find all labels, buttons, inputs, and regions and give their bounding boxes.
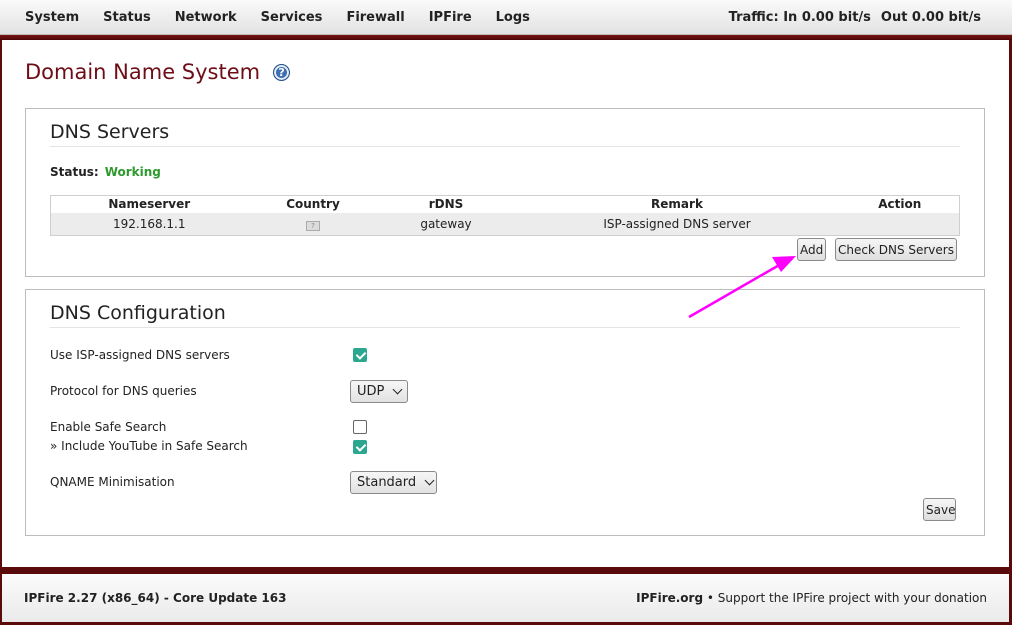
check-dns-servers-button[interactable]: Check DNS Servers (835, 238, 957, 261)
version-text: IPFire 2.27 (x86_64) - Core Update 163 (24, 591, 287, 605)
page-title-row: Domain Name System ? (25, 60, 291, 84)
cell-action (840, 212, 960, 236)
nav-item-system[interactable]: System (25, 10, 79, 25)
protocol-select[interactable]: UDP (350, 380, 408, 403)
qname-label: QNAME Minimisation (50, 475, 175, 489)
youtube-safe-search-checkbox[interactable] (353, 440, 367, 454)
safe-search-label: Enable Safe Search (50, 420, 167, 434)
qname-select[interactable]: Standard (350, 471, 437, 494)
cell-country: ? (247, 212, 379, 236)
footer: IPFire 2.27 (x86_64) - Core Update 163 I… (2, 574, 1009, 622)
traffic-out: Out 0.00 bit/s (880, 10, 981, 25)
dns-servers-panel: DNS Servers Status: Working Nameserver Co… (25, 108, 985, 277)
help-icon[interactable]: ? (273, 63, 291, 81)
section-divider (50, 327, 960, 328)
section-divider (50, 146, 960, 147)
col-country: Country (286, 197, 340, 212)
table-row: 192.168.1.1 ? gateway ISP-assigned DNS s… (50, 212, 960, 236)
col-remark: Remark (651, 197, 703, 212)
chevron-down-icon (424, 475, 435, 486)
traffic-readout: Traffic: In 0.00 bit/s Out 0.00 bit/s (729, 10, 981, 25)
youtube-safe-search-label: » Include YouTube in Safe Search (50, 439, 248, 453)
save-button[interactable]: Save (923, 498, 956, 521)
cell-rdns: gateway (378, 212, 514, 236)
page-title: Domain Name System (25, 60, 261, 84)
nav-item-logs[interactable]: Logs (496, 10, 530, 25)
traffic-in: Traffic: In 0.00 bit/s (728, 10, 871, 25)
table-header-row: Nameserver Country rDNS Remark Action (51, 196, 960, 213)
status-label: Status: (50, 165, 99, 179)
nav-item-services[interactable]: Services (261, 10, 323, 25)
nav-item-status[interactable]: Status (103, 10, 151, 25)
donation-text: IPFire.org • Support the IPFire project … (636, 591, 987, 605)
nav-item-network[interactable]: Network (175, 10, 237, 25)
nav-item-firewall[interactable]: Firewall (346, 10, 404, 25)
dns-status: Status: Working (50, 165, 161, 179)
dns-configuration-panel: DNS Configuration Use ISP-assigned DNS s… (25, 289, 985, 536)
chevron-down-icon (392, 384, 403, 395)
ipfire-org-link[interactable]: IPFire.org (636, 591, 703, 605)
dns-servers-table: Nameserver Country rDNS Remark Action 19… (50, 195, 960, 236)
dns-servers-heading: DNS Servers (50, 121, 170, 143)
main-content: Domain Name System ? DNS Servers Status:… (2, 40, 1009, 567)
dns-configuration-heading: DNS Configuration (50, 302, 226, 324)
donation-message: • Support the IPFire project with your d… (706, 591, 987, 605)
use-isp-dns-label: Use ISP-assigned DNS servers (50, 348, 230, 362)
safe-search-checkbox[interactable] (353, 420, 367, 434)
col-nameserver: Nameserver (108, 197, 191, 212)
cell-remark: ISP-assigned DNS server (513, 212, 841, 236)
add-button[interactable]: Add (797, 238, 826, 261)
nav-item-ipfire[interactable]: IPFire (429, 10, 472, 25)
use-isp-dns-checkbox[interactable] (353, 348, 367, 362)
top-navigation-bar: System Status Network Services Firewall … (0, 0, 1012, 35)
qname-value: Standard (357, 475, 417, 490)
col-action: Action (878, 197, 922, 212)
unknown-flag-icon: ? (306, 220, 320, 231)
protocol-label: Protocol for DNS queries (50, 384, 197, 398)
col-rdns: rDNS (428, 197, 464, 212)
cell-nameserver: 192.168.1.1 (50, 212, 248, 236)
status-value: Working (104, 165, 161, 179)
protocol-value: UDP (357, 384, 385, 399)
main-menu: System Status Network Services Firewall … (0, 10, 554, 25)
